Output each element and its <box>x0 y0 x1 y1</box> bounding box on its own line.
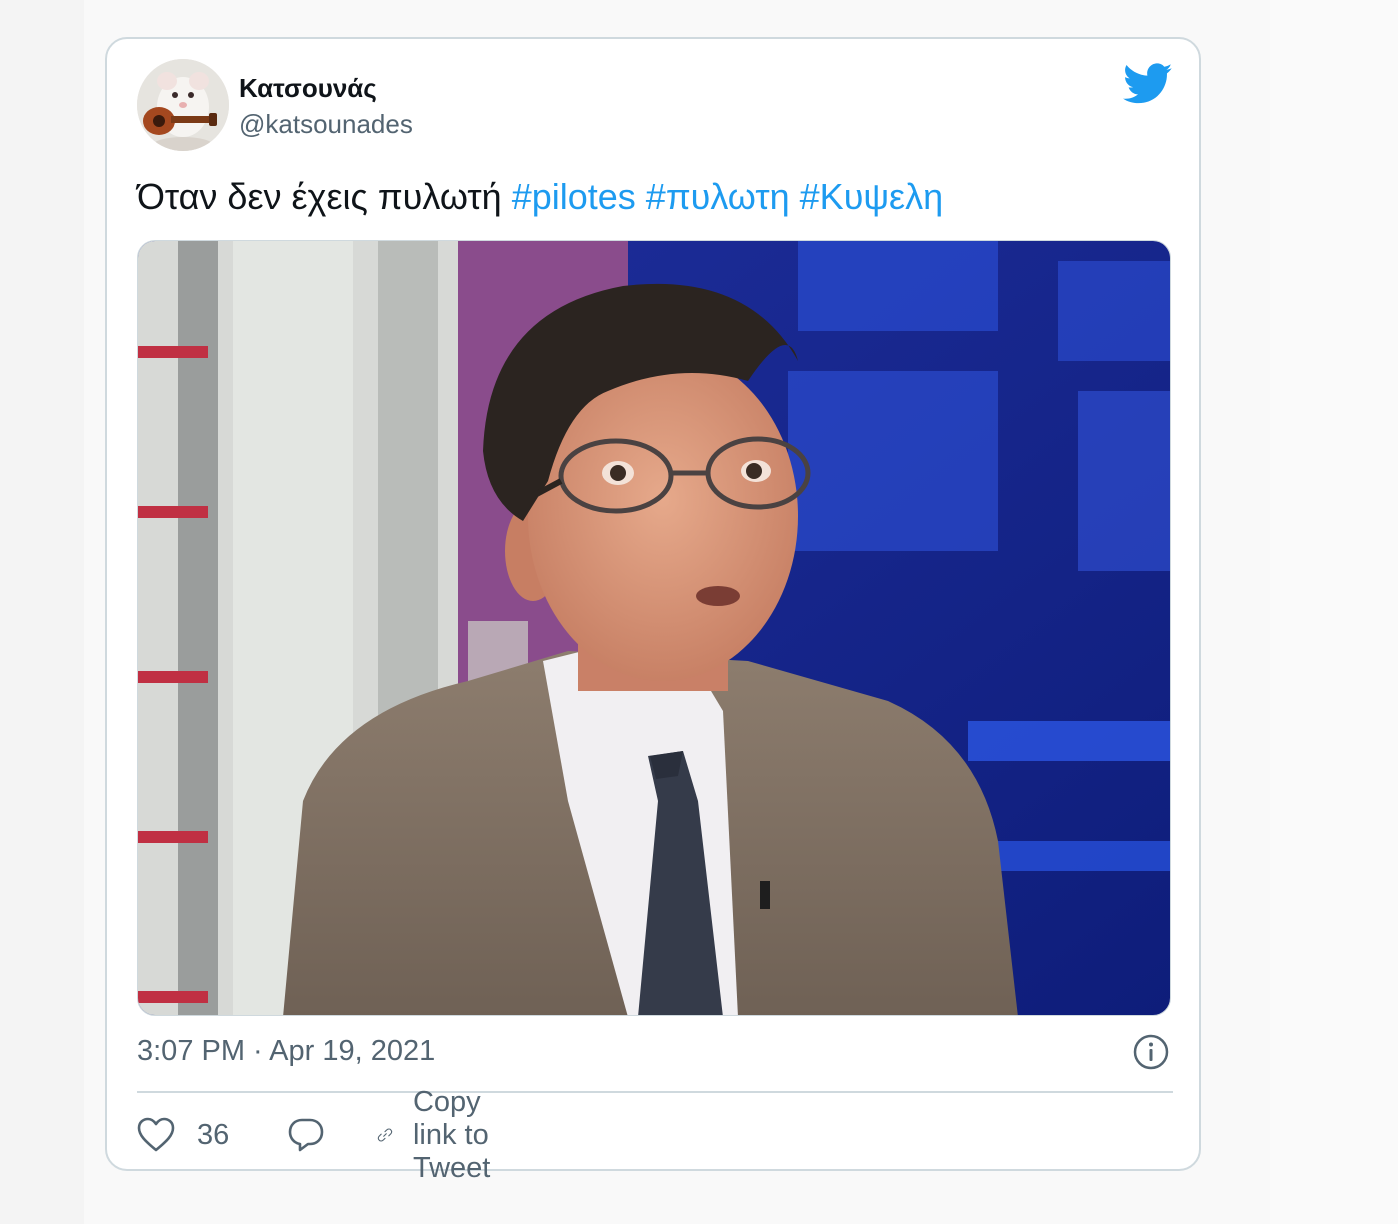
tweet-media-photo[interactable] <box>137 240 1171 1016</box>
heart-icon <box>137 1117 175 1152</box>
link-icon <box>377 1128 393 1142</box>
like-count: 36 <box>197 1118 230 1151</box>
like-button[interactable]: 36 <box>137 1115 229 1155</box>
hashtag-link[interactable]: #πυλωτη <box>646 176 790 217</box>
tweet-timestamp[interactable]: 3:07 PM · Apr 19, 2021 <box>137 1035 435 1068</box>
info-icon[interactable] <box>1133 1034 1169 1070</box>
tweet-card: Κατσουνάς @katsounades Όταν δεν έχεις πυ… <box>105 37 1201 1184</box>
reply-bubble-icon <box>288 1118 324 1152</box>
page-right-gutter <box>1270 0 1398 1224</box>
hashtag-link[interactable]: #Κυψελη <box>800 176 943 217</box>
tweet-text-body: Όταν δεν έχεις πυλωτή <box>137 176 502 217</box>
tweet-text: Όταν δεν έχεις πυλωτή #pilotes #πυλωτη #… <box>137 176 943 218</box>
author-display-name[interactable]: Κατσουνάς <box>239 73 377 104</box>
reply-button[interactable] <box>287 1115 325 1155</box>
twitter-bird-icon[interactable] <box>1123 63 1173 105</box>
author-avatar[interactable] <box>137 59 229 151</box>
hashtag-link[interactable]: #pilotes <box>512 176 636 217</box>
copy-link-button[interactable]: Copy link to Tweet <box>377 1086 512 1184</box>
copy-link-label: Copy link to Tweet <box>412 1085 491 1184</box>
actions-divider <box>137 1091 1173 1093</box>
page-left-gutter <box>0 0 84 1224</box>
author-handle[interactable]: @katsounades <box>239 109 413 140</box>
